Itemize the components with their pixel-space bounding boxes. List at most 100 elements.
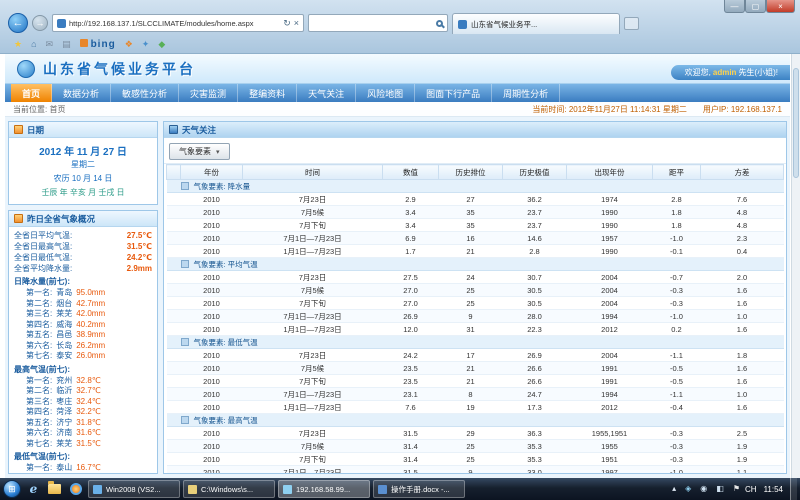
table-row[interactable]: 20107月下旬23.52126.61991-0.51.6 xyxy=(167,375,784,388)
explorer-folder-icon[interactable] xyxy=(46,481,63,498)
table-row[interactable]: 20101月1日—7月23日12.03122.320120.21.6 xyxy=(167,323,784,336)
ie-taskbar-icon[interactable]: e xyxy=(25,481,42,498)
row-marker-cell xyxy=(167,232,181,245)
table-row[interactable]: 20107月23日27.52430.72004-0.72.0 xyxy=(167,271,784,284)
bing-logo[interactable]: bing xyxy=(80,39,116,50)
browser-tab[interactable]: 山东省气候业务平... xyxy=(452,13,620,34)
table-row[interactable]: 20107月1日—7月23日23.1824.71994-1.11.0 xyxy=(167,388,784,401)
nav-item[interactable]: 数据分析 xyxy=(52,84,111,102)
search-icon[interactable] xyxy=(436,20,443,27)
table-row[interactable]: 20107月1日—7月23日26.9928.01994-1.01.0 xyxy=(167,310,784,323)
nav-item[interactable]: 首页 xyxy=(11,84,52,102)
table-row[interactable]: 20107月下旬3.43523.719901.84.8 xyxy=(167,219,784,232)
rank-group-title: 最低气温(前七): xyxy=(14,451,152,463)
taskbar-window-button[interactable]: 192.168.58.99... xyxy=(278,480,370,498)
close-button[interactable]: × xyxy=(766,0,795,13)
collapse-icon[interactable] xyxy=(181,416,189,424)
address-bar[interactable]: http://192.168.137.1/SLCCLIMATE/modules/… xyxy=(52,14,304,32)
table-cell: 7月5候 xyxy=(243,206,383,219)
table-row[interactable]: 20101月1日—7月23日1.7212.81990-0.10.4 xyxy=(167,245,784,258)
taskbar-window-button[interactable]: Win2008 (VS2... xyxy=(88,480,180,498)
scrollbar-thumb[interactable] xyxy=(793,68,799,178)
print-icon[interactable]: ▤ xyxy=(62,40,71,49)
stop-icon[interactable]: × xyxy=(294,18,299,28)
mail-icon[interactable]: ✉ xyxy=(46,40,54,49)
nav-item[interactable]: 天气关注 xyxy=(297,84,356,102)
volume-icon[interactable]: ◉ xyxy=(700,485,707,493)
refresh-icon[interactable]: ↻ xyxy=(283,18,291,29)
nav-item[interactable]: 整编资料 xyxy=(238,84,297,102)
table-row[interactable]: 20107月下旬27.02530.52004-0.31.6 xyxy=(167,297,784,310)
table-cell: 2.3 xyxy=(701,232,784,245)
station-name: 临沂 xyxy=(56,386,72,397)
summary-body: 全省日平均气温:27.5℃全省日最高气温:31.5℃全省日最低气温:24.2℃全… xyxy=(9,227,157,474)
rank-value: 32.2℃ xyxy=(76,407,101,418)
collapse-icon[interactable] xyxy=(181,260,189,268)
hidden-icons-chevron[interactable]: ▴ xyxy=(672,485,676,493)
table-row[interactable]: 20107月23日24.21726.92004-1.11.8 xyxy=(167,349,784,362)
language-indicator[interactable]: CH xyxy=(745,485,757,494)
table-row[interactable]: 20107月5候3.43523.719901.84.8 xyxy=(167,206,784,219)
table-cell: 1.6 xyxy=(701,362,784,375)
table-cell: 1.1 xyxy=(701,466,784,474)
welcome-banner: 欢迎您, admin 先生(小姐)! xyxy=(671,65,790,80)
taskbar-window-button[interactable]: 操作手册.docx -... xyxy=(373,480,465,498)
nav-item[interactable]: 周期性分析 xyxy=(492,84,560,102)
breadcrumb-bar: 当前位置: 首页 当前时间: 2012年11月27日 11:14:31 星期二 … xyxy=(5,102,790,117)
favorites-star-icon[interactable]: ★ xyxy=(14,40,22,49)
element-filter-button[interactable]: 气象要素 ▾ xyxy=(169,143,230,160)
calendar-panel-header: 日期 xyxy=(9,122,157,138)
table-row[interactable]: 20107月23日2.92736.219742.87.6 xyxy=(167,193,784,206)
new-tab-button[interactable] xyxy=(624,17,639,30)
table-row[interactable]: 20107月5候31.42535.31955-0.31.9 xyxy=(167,440,784,453)
taskbar-window-button[interactable]: C:\Windows\s... xyxy=(183,480,275,498)
table-section-row[interactable]: 气象要素: 最低气温 xyxy=(167,336,784,349)
station-name: 莱芜 xyxy=(56,309,72,320)
table-section-row[interactable]: 气象要素: 平均气温 xyxy=(167,258,784,271)
rank-label: 第七名: xyxy=(26,351,52,362)
security-shield-icon[interactable]: ◈ xyxy=(685,485,691,493)
column-header: 历史极值 xyxy=(503,165,567,180)
media-player-icon[interactable] xyxy=(67,481,84,498)
table-row[interactable]: 20107月1日—7月23日6.91614.61957-1.02.3 xyxy=(167,232,784,245)
forward-button[interactable]: → xyxy=(32,15,48,31)
back-button[interactable]: ← xyxy=(8,13,28,33)
start-button[interactable]: ⊞ xyxy=(3,480,21,498)
page-scrollbar[interactable] xyxy=(791,54,800,478)
table-section-row[interactable]: 气象要素: 降水量 xyxy=(167,180,784,193)
nav-item[interactable]: 敏感性分析 xyxy=(111,84,179,102)
table-cell: 6.9 xyxy=(383,232,439,245)
table-cell: 7月23日 xyxy=(243,427,383,440)
collapse-icon[interactable] xyxy=(181,182,189,190)
table-cell: -1.0 xyxy=(653,310,701,323)
table-row[interactable]: 20107月1日—7月23日31.5933.01997-1.01.1 xyxy=(167,466,784,474)
taskbar-clock[interactable]: 11:54 xyxy=(764,485,783,494)
help-icon[interactable]: ◆ xyxy=(158,40,165,49)
row-marker-cell xyxy=(167,466,181,474)
table-row[interactable]: 20107月23日31.52936.31955,1951-0.32.5 xyxy=(167,427,784,440)
action-center-flag-icon[interactable]: ⚑ xyxy=(733,485,740,493)
minimize-button[interactable]: — xyxy=(724,0,745,13)
system-tray: ▴ ◈ ◉ ◧ ⚑ CH 11:54 xyxy=(672,478,797,500)
table-row[interactable]: 20107月5候23.52126.61991-0.51.6 xyxy=(167,362,784,375)
search-input[interactable] xyxy=(308,14,448,32)
table-cell: 1.9 xyxy=(701,453,784,466)
table-section-row[interactable]: 气象要素: 最高气温 xyxy=(167,414,784,427)
maximize-button[interactable]: ▢ xyxy=(745,0,766,13)
table-row[interactable]: 20101月1日—7月23日7.61917.32012-0.41.6 xyxy=(167,401,784,414)
home-icon[interactable]: ⌂ xyxy=(31,40,36,49)
nav-item[interactable]: 灾害监测 xyxy=(179,84,238,102)
collapse-icon[interactable] xyxy=(181,338,189,346)
show-desktop-button[interactable] xyxy=(790,478,797,500)
stat-value: 27.5℃ xyxy=(127,230,152,241)
stat-label: 全省日最低气温: xyxy=(14,252,72,263)
rank-value: 26.2mm xyxy=(76,341,105,352)
nav-item[interactable]: 风险地图 xyxy=(356,84,415,102)
table-row[interactable]: 20107月5候27.02530.52004-0.31.6 xyxy=(167,284,784,297)
table-row[interactable]: 20107月下旬31.42535.31951-0.31.9 xyxy=(167,453,784,466)
tools-icon[interactable]: ✦ xyxy=(142,40,150,49)
station-name: 昌邑 xyxy=(56,330,72,341)
network-icon[interactable]: ◧ xyxy=(716,485,724,493)
nav-item[interactable]: 图面下行产品 xyxy=(415,84,492,102)
camera-icon[interactable]: ❖ xyxy=(125,40,133,49)
